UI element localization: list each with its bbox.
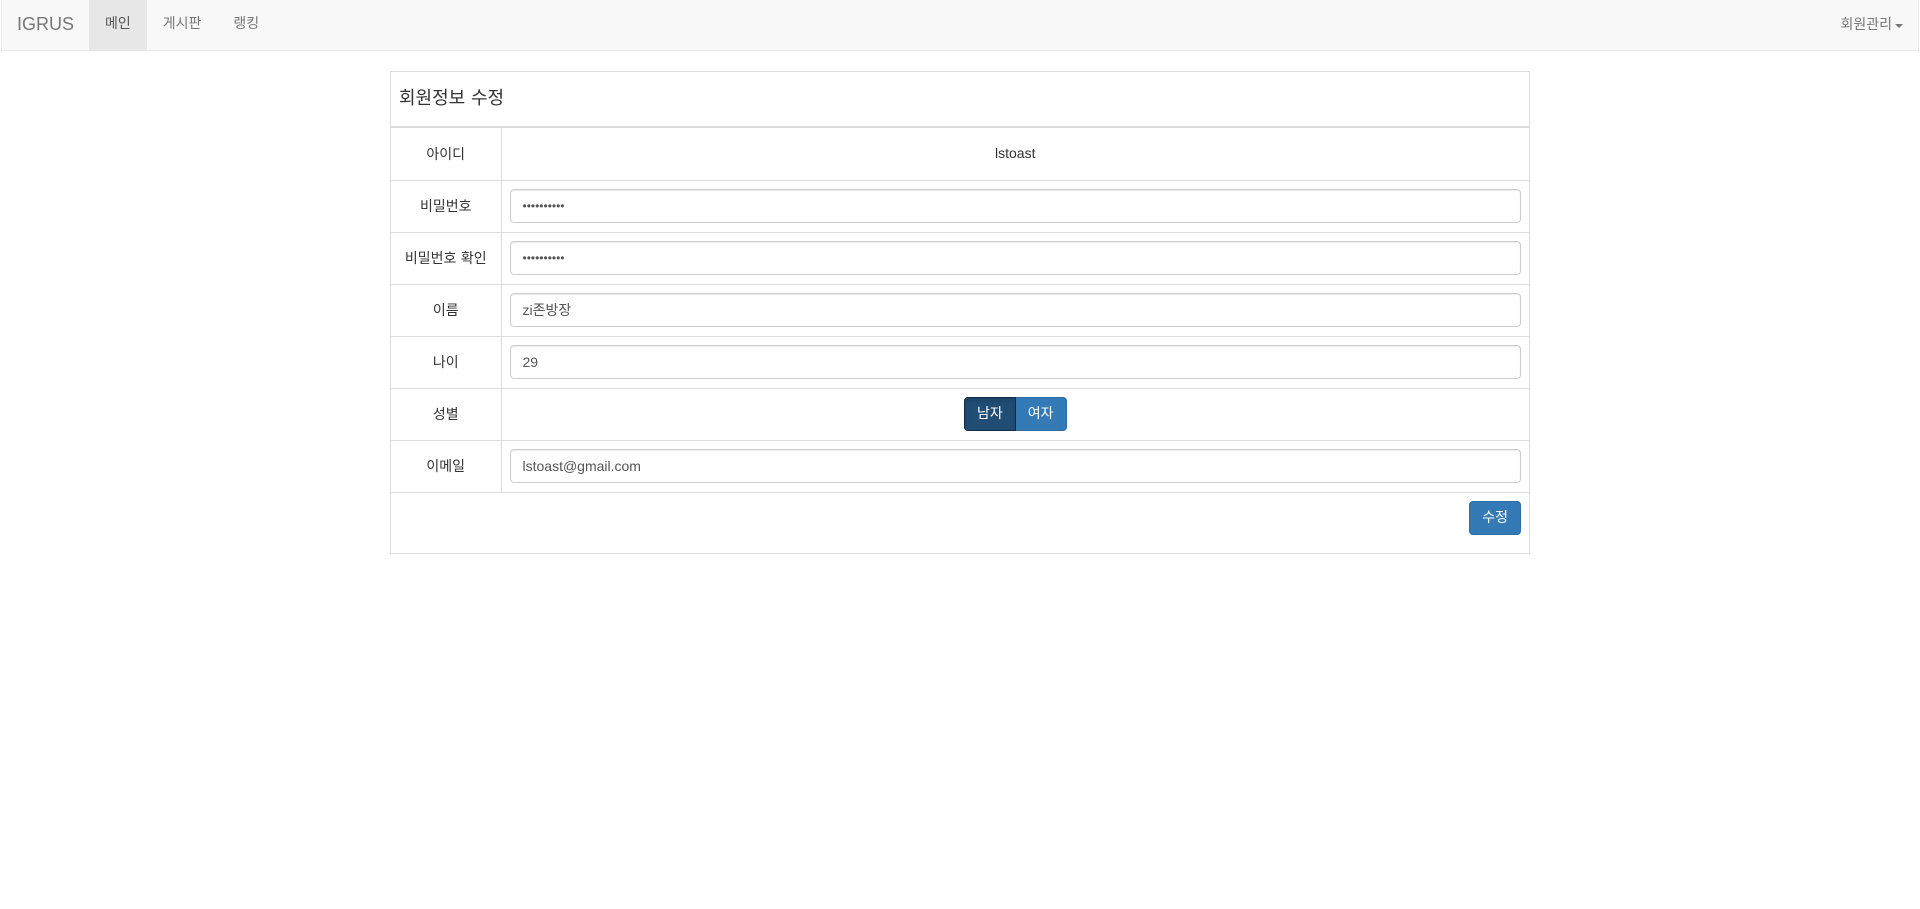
gender-label: 성별	[391, 387, 502, 440]
nav-item-ranking[interactable]: 랭킹	[217, 0, 275, 50]
submit-button[interactable]: 수정	[1469, 501, 1521, 536]
password-confirm-cell: ••••••••••	[501, 231, 1529, 284]
age-cell: 29	[501, 335, 1529, 388]
password-label: 비밀번호	[391, 179, 502, 232]
edit-profile-panel: 회원정보 수정 아이디 lstoast 비밀번호 •••••••••• 비밀번호…	[390, 71, 1530, 554]
password-confirm-label: 비밀번호 확인	[391, 231, 502, 284]
name-input[interactable]: zi존방장	[509, 293, 1521, 327]
name-label: 이름	[391, 283, 502, 336]
caret-down-icon	[1895, 24, 1903, 28]
nav-item-board[interactable]: 게시판	[147, 0, 218, 50]
panel-title: 회원정보 수정	[391, 72, 1529, 128]
email-cell: lstoast@gmail.com	[501, 439, 1529, 492]
top-navbar: IGRUS 메인 게시판 랭킹 회원관리	[1, 0, 1919, 51]
id-value: lstoast	[995, 145, 1036, 162]
brand-logo[interactable]: IGRUS	[17, 0, 74, 50]
form-row-gender: 성별 남자 여자	[391, 387, 1529, 440]
profile-form-table: 아이디 lstoast 비밀번호 •••••••••• 비밀번호 확인 ••••…	[391, 128, 1529, 544]
form-row-id: 아이디 lstoast	[391, 128, 1529, 180]
id-cell: lstoast	[501, 128, 1529, 180]
age-label: 나이	[391, 335, 502, 388]
gender-toggle-group: 남자 여자	[963, 397, 1067, 431]
form-row-password-confirm: 비밀번호 확인 ••••••••••	[391, 231, 1529, 284]
gender-male-button[interactable]: 남자	[963, 397, 1016, 431]
form-row-email: 이메일 lstoast@gmail.com	[391, 439, 1529, 492]
password-confirm-input[interactable]: ••••••••••	[509, 241, 1521, 275]
member-menu-dropdown[interactable]: 회원관리	[1840, 0, 1903, 50]
form-row-name: 이름 zi존방장	[391, 283, 1529, 336]
id-label: 아이디	[391, 128, 502, 180]
form-footer-row: 수정	[391, 491, 1529, 544]
email-input[interactable]: lstoast@gmail.com	[509, 449, 1521, 483]
main-nav: 메인 게시판 랭킹	[89, 0, 275, 50]
form-row-password: 비밀번호 ••••••••••	[391, 179, 1529, 232]
submit-cell: 수정	[391, 491, 1529, 544]
member-menu-label: 회원관리	[1840, 17, 1892, 33]
name-cell: zi존방장	[501, 283, 1529, 336]
password-cell: ••••••••••	[501, 179, 1529, 232]
gender-cell: 남자 여자	[501, 387, 1529, 440]
form-row-age: 나이 29	[391, 335, 1529, 388]
password-input[interactable]: ••••••••••	[509, 189, 1521, 223]
nav-item-main[interactable]: 메인	[89, 0, 147, 50]
gender-female-button[interactable]: 여자	[1015, 397, 1067, 431]
age-input[interactable]: 29	[509, 345, 1521, 379]
email-label: 이메일	[391, 439, 502, 492]
